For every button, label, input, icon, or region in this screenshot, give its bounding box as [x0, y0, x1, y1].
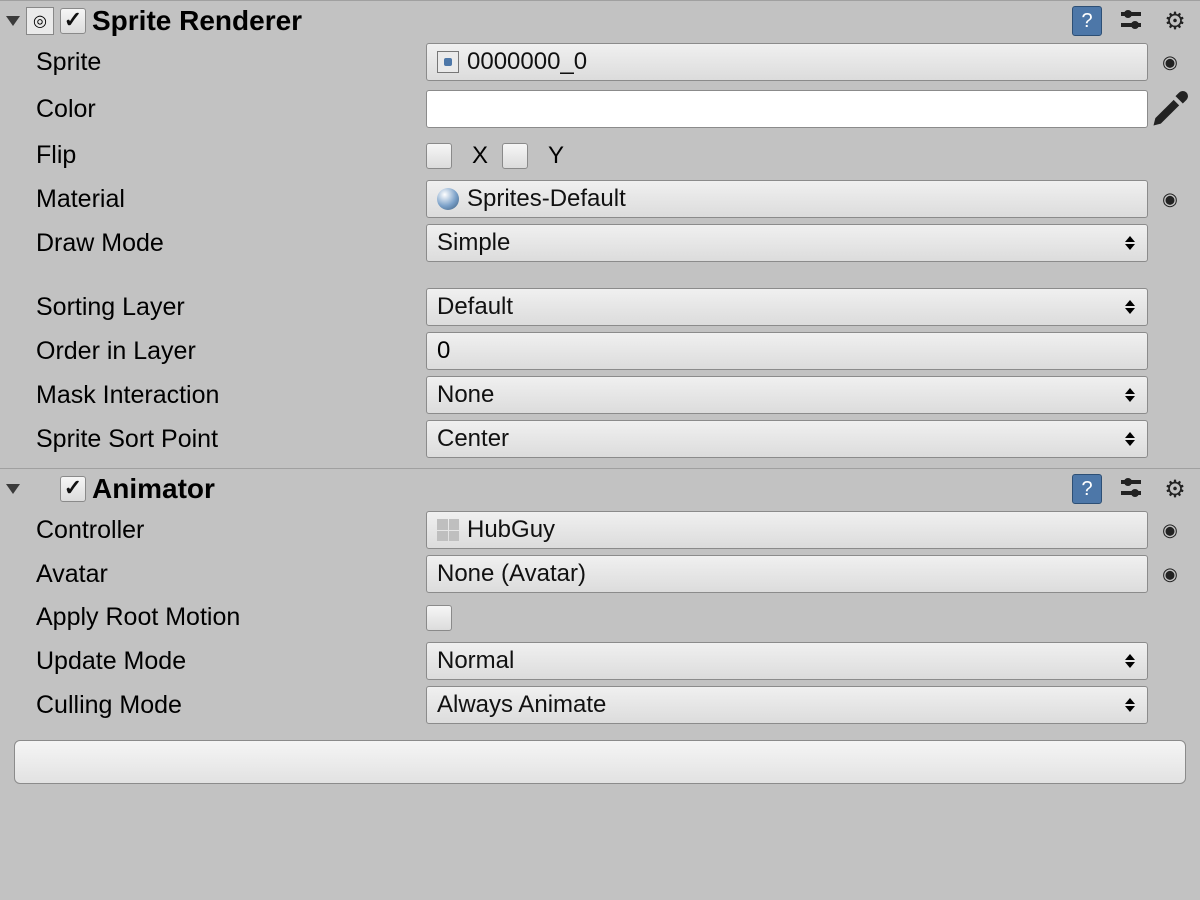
label-controller: Controller — [36, 512, 426, 549]
object-picker-icon[interactable] — [1148, 520, 1192, 541]
material-object-value: Sprites-Default — [467, 185, 626, 213]
label-update-mode: Update Mode — [36, 643, 426, 680]
preset-icon[interactable] — [1116, 6, 1146, 36]
sprite-renderer-icon: ◎ — [26, 7, 54, 35]
label-sprite-sort-point: Sprite Sort Point — [36, 421, 426, 458]
help-icon[interactable]: ? — [1072, 474, 1102, 504]
animator-icon — [26, 475, 54, 503]
sprite-thumbnail-icon — [437, 51, 459, 73]
controller-object-value: HubGuy — [467, 516, 555, 544]
component-animator: Animator ? Controller HubGuy Avatar None… — [0, 468, 1200, 734]
sorting-layer-value: Default — [437, 293, 513, 321]
sprite-sort-point-dropdown[interactable]: Center — [426, 420, 1148, 458]
color-field[interactable] — [426, 90, 1148, 128]
order-in-layer-value[interactable] — [437, 337, 1137, 365]
foldout-toggle[interactable] — [6, 484, 20, 494]
mask-interaction-dropdown[interactable]: None — [426, 376, 1148, 414]
controller-thumbnail-icon — [437, 519, 459, 541]
object-picker-icon[interactable] — [1148, 52, 1192, 73]
settings-gear-icon[interactable] — [1160, 474, 1190, 504]
apply-root-motion-checkbox[interactable] — [426, 605, 452, 631]
foldout-toggle[interactable] — [6, 16, 20, 26]
label-color: Color — [36, 91, 426, 128]
label-sorting-layer: Sorting Layer — [36, 289, 426, 326]
material-object-field[interactable]: Sprites-Default — [426, 180, 1148, 218]
label-avatar: Avatar — [36, 556, 426, 593]
component-header: Animator ? — [0, 469, 1200, 509]
draw-mode-dropdown[interactable]: Simple — [426, 224, 1148, 262]
component-sprite-renderer: ◎ Sprite Renderer ? Sprite 0000000_0 Col… — [0, 0, 1200, 468]
settings-gear-icon[interactable] — [1160, 6, 1190, 36]
sprite-object-value: 0000000_0 — [467, 48, 587, 76]
component-enable-checkbox[interactable] — [60, 476, 86, 502]
sprite-object-field[interactable]: 0000000_0 — [426, 43, 1148, 81]
flip-x-label: X — [472, 142, 488, 170]
label-mask-interaction: Mask Interaction — [36, 377, 426, 414]
avatar-object-field[interactable]: None (Avatar) — [426, 555, 1148, 593]
component-header: ◎ Sprite Renderer ? — [0, 1, 1200, 41]
component-title: Sprite Renderer — [92, 5, 1072, 37]
label-draw-mode: Draw Mode — [36, 225, 426, 262]
dropdown-arrows-icon — [1125, 698, 1135, 712]
label-apply-root-motion: Apply Root Motion — [36, 599, 426, 636]
eyedropper-icon[interactable] — [1148, 87, 1192, 131]
flip-group: X Y — [426, 142, 1148, 170]
order-in-layer-input[interactable] — [426, 332, 1148, 370]
component-enable-checkbox[interactable] — [60, 8, 86, 34]
flip-x-checkbox[interactable] — [426, 143, 452, 169]
update-mode-value: Normal — [437, 647, 514, 675]
mask-interaction-value: None — [437, 381, 494, 409]
dropdown-arrows-icon — [1125, 432, 1135, 446]
label-flip: Flip — [36, 137, 426, 174]
label-order-in-layer: Order in Layer — [36, 333, 426, 370]
component-title: Animator — [92, 473, 1072, 505]
help-icon[interactable]: ? — [1072, 6, 1102, 36]
dropdown-arrows-icon — [1125, 654, 1135, 668]
sorting-layer-dropdown[interactable]: Default — [426, 288, 1148, 326]
label-sprite: Sprite — [36, 44, 426, 81]
culling-mode-dropdown[interactable]: Always Animate — [426, 686, 1148, 724]
dropdown-arrows-icon — [1125, 236, 1135, 250]
preset-icon[interactable] — [1116, 474, 1146, 504]
material-thumbnail-icon — [437, 188, 459, 210]
avatar-object-value: None (Avatar) — [437, 560, 586, 588]
info-box — [14, 740, 1186, 784]
flip-y-checkbox[interactable] — [502, 143, 528, 169]
object-picker-icon[interactable] — [1148, 564, 1192, 585]
label-culling-mode: Culling Mode — [36, 687, 426, 724]
culling-mode-value: Always Animate — [437, 691, 606, 719]
update-mode-dropdown[interactable]: Normal — [426, 642, 1148, 680]
object-picker-icon[interactable] — [1148, 189, 1192, 210]
label-material: Material — [36, 181, 426, 218]
sprite-sort-point-value: Center — [437, 425, 509, 453]
dropdown-arrows-icon — [1125, 388, 1135, 402]
dropdown-arrows-icon — [1125, 300, 1135, 314]
controller-object-field[interactable]: HubGuy — [426, 511, 1148, 549]
apply-root-motion-wrapper — [426, 605, 1148, 631]
draw-mode-value: Simple — [437, 229, 510, 257]
flip-y-label: Y — [548, 142, 564, 170]
